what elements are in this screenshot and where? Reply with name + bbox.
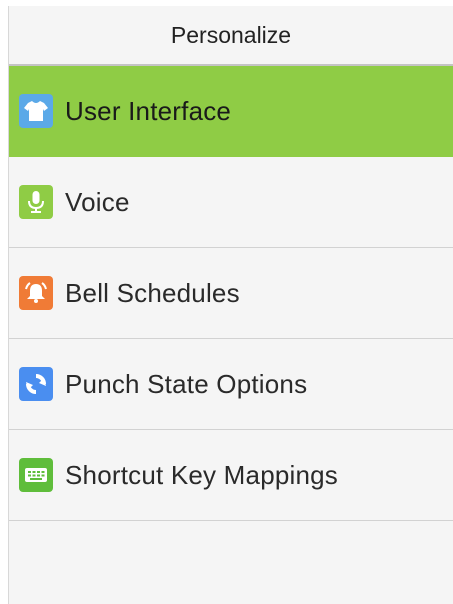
keyboard-icon xyxy=(19,458,53,492)
menu-item-voice[interactable]: Voice xyxy=(9,157,453,248)
menu-item-label: Shortcut Key Mappings xyxy=(65,459,339,490)
shirt-icon xyxy=(19,94,53,128)
bell-icon xyxy=(19,276,53,310)
menu-item-label: Punch State Options xyxy=(65,368,308,399)
menu-item-label: User Interface xyxy=(65,95,232,126)
settings-screen: Personalize User Interface Voice Bell Sc… xyxy=(8,6,453,604)
menu-item-user-interface[interactable]: User Interface xyxy=(9,66,453,157)
page-title: Personalize xyxy=(170,21,292,48)
menu-item-punch-state-options[interactable]: Punch State Options xyxy=(9,339,453,430)
menu-item-bell-schedules[interactable]: Bell Schedules xyxy=(9,248,453,339)
microphone-icon xyxy=(19,185,53,219)
menu-item-label: Bell Schedules xyxy=(65,277,240,308)
personalize-menu: User Interface Voice Bell Schedules Punc… xyxy=(9,66,453,521)
menu-item-label: Voice xyxy=(65,186,130,217)
refresh-icon xyxy=(19,367,53,401)
page-header: Personalize xyxy=(9,6,453,66)
menu-item-shortcut-key-mappings[interactable]: Shortcut Key Mappings xyxy=(9,430,453,521)
